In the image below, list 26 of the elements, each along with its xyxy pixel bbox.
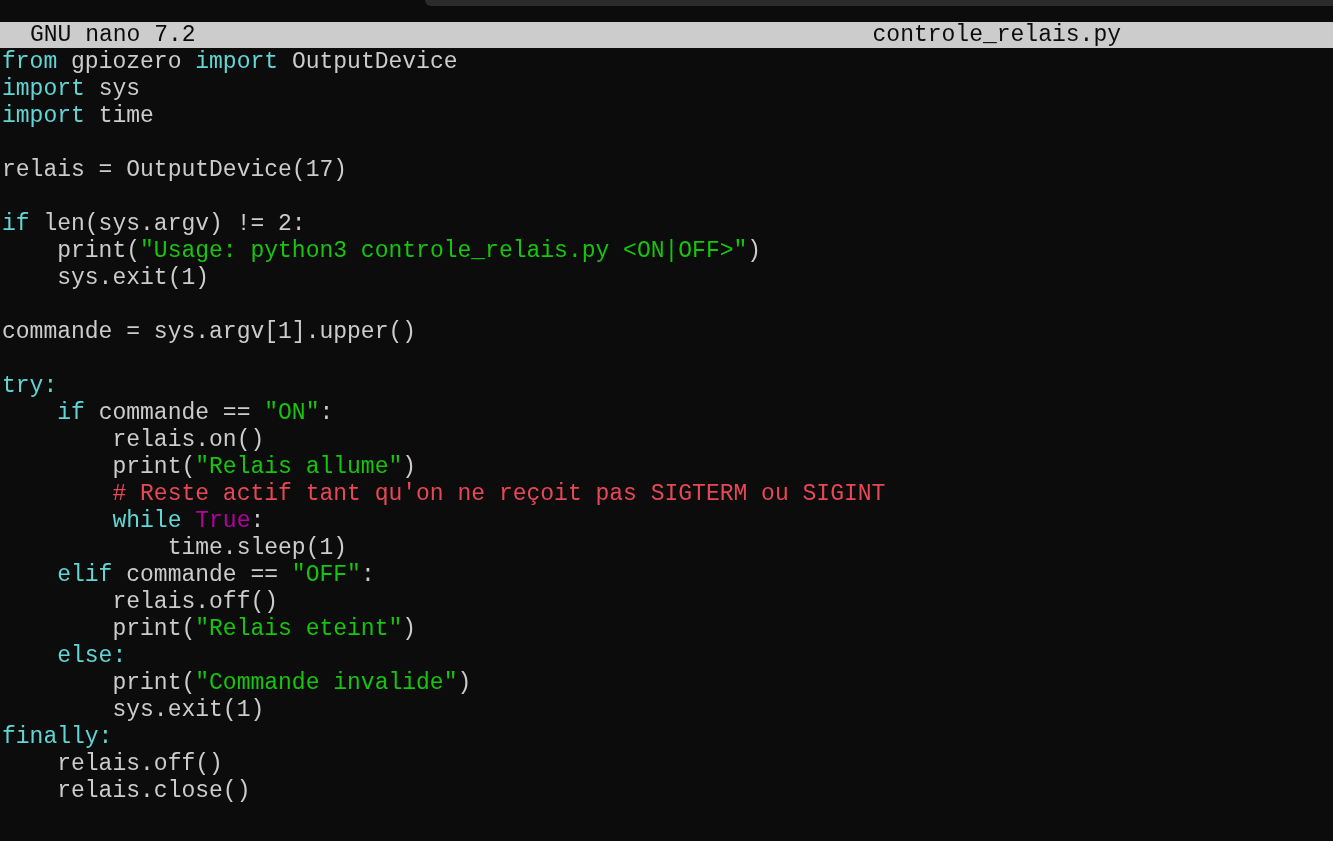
code-line: print("Commande invalide") bbox=[111, 670, 472, 697]
code-line: try: bbox=[1, 373, 58, 400]
code-line: relais.off() bbox=[111, 589, 279, 616]
code-line: print("Relais eteint") bbox=[111, 616, 417, 643]
code-line: relais.off() bbox=[56, 751, 223, 778]
code-line: import sys bbox=[1, 76, 141, 103]
code-line: while True: bbox=[111, 508, 265, 535]
code-line: sys.exit(1) bbox=[56, 265, 210, 292]
code-line: time.sleep(1) bbox=[166, 535, 348, 562]
editor-version: GNU nano 7.2 bbox=[30, 22, 196, 48]
code-line: relais = OutputDevice(17) bbox=[1, 157, 348, 184]
code-line: sys.exit(1) bbox=[111, 697, 265, 724]
code-line: import time bbox=[1, 103, 154, 130]
code-line: elif commande == "OFF": bbox=[56, 562, 375, 589]
code-line: finally: bbox=[1, 724, 113, 751]
code-line: if len(sys.argv) != 2: bbox=[1, 211, 306, 238]
code-line: from gpiozero import OutputDevice bbox=[1, 49, 458, 76]
code-line: print("Relais allume") bbox=[111, 454, 417, 481]
code-line: relais.on() bbox=[111, 427, 265, 454]
code-line: print("Usage: python3 controle_relais.py <ON|OFF>") bbox=[56, 238, 762, 265]
code-line: else: bbox=[56, 643, 127, 670]
code-line: commande = sys.argv[1].upper() bbox=[1, 319, 417, 346]
code-line: relais.close() bbox=[56, 778, 251, 805]
code-line: if commande == "ON": bbox=[56, 400, 334, 427]
code-line: # Reste actif tant qu'on ne reçoit pas SIGTERM ou SIGINT bbox=[111, 481, 886, 508]
file-name: controle_relais.py bbox=[872, 22, 1121, 48]
